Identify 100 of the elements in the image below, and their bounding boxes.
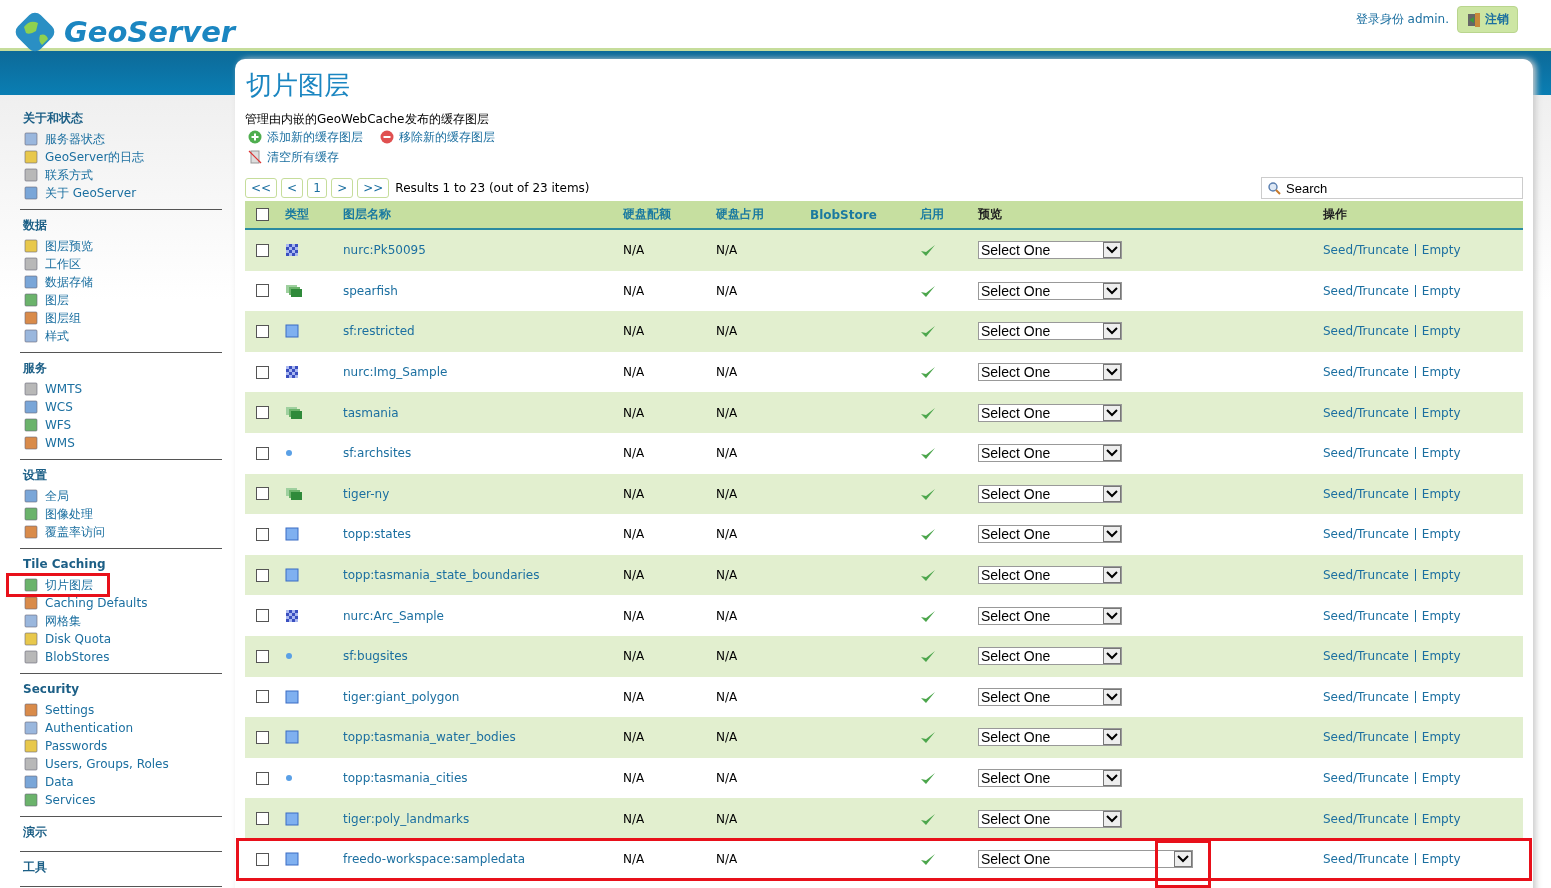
empty-link[interactable]: Empty [1421,730,1461,745]
pager-button[interactable]: << [245,178,278,198]
empty-link[interactable]: Empty [1421,689,1461,704]
preview-dropdown[interactable]: Select One [978,809,1122,828]
sidebar-item[interactable]: Passwords [23,737,108,755]
sidebar-item[interactable]: Disk Quota [23,630,112,648]
layer-name-link[interactable]: freedo-workspace:sampledata [343,852,526,867]
seed-truncate-link[interactable]: Seed/Truncate [1323,486,1409,501]
sidebar-item[interactable]: Users, Groups, Roles [23,755,169,773]
empty-link[interactable]: Empty [1421,486,1461,501]
column-header[interactable]: 类型 [285,206,309,223]
empty-link[interactable]: Empty [1421,771,1461,785]
sidebar-item[interactable]: Caching Defaults [23,594,148,612]
row-checkbox[interactable] [256,325,269,338]
layer-name-link[interactable]: topp:states [343,527,411,542]
row-checkbox[interactable] [256,812,269,826]
column-header[interactable]: 硬盘占用 [716,206,764,223]
empty-link[interactable]: Empty [1421,446,1461,461]
pager-button[interactable]: >> [357,178,390,198]
sidebar-item[interactable]: 服务器状态 [23,130,105,148]
seed-truncate-link[interactable]: Seed/Truncate [1323,852,1409,867]
row-checkbox[interactable] [256,690,269,704]
layer-name-link[interactable]: nurc:Pk50095 [343,243,426,258]
preview-dropdown[interactable]: Select One [978,728,1122,747]
seed-truncate-link[interactable]: Seed/Truncate [1323,811,1409,826]
seed-truncate-link[interactable]: Seed/Truncate [1323,527,1409,542]
seed-truncate-link[interactable]: Seed/Truncate [1323,608,1409,623]
row-checkbox[interactable] [256,527,269,541]
preview-dropdown[interactable]: Select One [978,566,1122,585]
sidebar-item[interactable]: 图像处理 [23,505,93,523]
row-checkbox[interactable] [256,365,269,379]
seed-truncate-link[interactable]: Seed/Truncate [1323,324,1409,339]
layer-name-link[interactable]: topp:tasmania_cities [343,771,468,785]
sidebar-item[interactable]: BlobStores [23,648,110,666]
sidebar-item[interactable]: WFS [23,416,72,434]
action-link[interactable]: 移除新的缓存图层 [377,127,495,147]
empty-link[interactable]: Empty [1421,365,1461,380]
preview-dropdown[interactable]: Select One [978,484,1122,503]
action-link[interactable]: 清空所有缓存 [245,147,339,167]
layer-name-link[interactable]: tiger:poly_landmarks [343,811,470,826]
preview-dropdown[interactable]: Select One [978,687,1122,706]
empty-link[interactable]: Empty [1421,283,1461,298]
layer-name-link[interactable]: tasmania [343,405,399,420]
preview-dropdown[interactable]: Select One [978,769,1122,787]
empty-link[interactable]: Empty [1421,852,1461,867]
row-checkbox[interactable] [256,284,269,298]
layer-name-link[interactable]: sf:restricted [343,324,415,339]
logout-button[interactable]: 注销 [1457,6,1518,33]
sidebar-item[interactable]: 切片图层 [6,573,110,597]
layer-name-link[interactable]: sf:bugsites [343,649,408,664]
sidebar-item[interactable]: 网格集 [23,612,81,630]
sidebar-item[interactable]: 覆盖率访问 [23,523,105,541]
empty-link[interactable]: Empty [1421,811,1461,826]
layer-name-link[interactable]: sf:archsites [343,446,412,461]
preview-dropdown[interactable]: Select One [978,363,1122,382]
empty-link[interactable]: Empty [1421,568,1461,583]
column-header[interactable]: 硬盘配额 [623,206,671,223]
pager-button[interactable]: > [331,178,354,198]
preview-dropdown[interactable]: Select One [978,322,1122,341]
sidebar-item[interactable]: 关于 GeoServer [23,184,137,202]
empty-link[interactable]: Empty [1421,527,1461,542]
sidebar-item[interactable]: 图层预览 [23,237,93,255]
column-header[interactable]: BlobStore [810,207,877,222]
row-checkbox[interactable] [256,730,269,744]
empty-link[interactable]: Empty [1421,243,1461,258]
pager-button[interactable]: 1 [307,178,328,198]
layer-name-link[interactable]: topp:tasmania_state_boundaries [343,568,540,583]
row-checkbox[interactable] [256,487,269,501]
select-all-checkbox[interactable] [256,208,269,221]
seed-truncate-link[interactable]: Seed/Truncate [1323,365,1409,380]
search-field[interactable]: Search [1261,177,1523,199]
empty-link[interactable]: Empty [1421,405,1461,420]
layer-name-link[interactable]: spearfish [343,283,398,298]
seed-truncate-link[interactable]: Seed/Truncate [1323,568,1409,583]
preview-dropdown[interactable]: Select One [978,606,1122,625]
row-checkbox[interactable] [256,771,269,785]
sidebar-item[interactable]: 图层 [23,291,69,309]
sidebar-item[interactable]: 全局 [23,487,69,505]
row-checkbox[interactable] [256,649,269,663]
action-link[interactable]: 添加新的缓存图层 [245,127,363,147]
sidebar-item[interactable]: WMS [23,434,75,452]
layer-name-link[interactable]: tiger-ny [343,486,390,501]
sidebar-item[interactable]: 数据存储 [23,273,93,291]
sidebar-item[interactable]: 联系方式 [23,166,93,184]
empty-link[interactable]: Empty [1421,324,1461,339]
row-checkbox[interactable] [256,406,269,420]
sidebar-item[interactable]: GeoServer的日志 [23,148,145,166]
preview-dropdown[interactable]: Select One [978,647,1122,666]
preview-dropdown[interactable]: Select One [978,281,1122,300]
preview-dropdown[interactable]: Select One [978,525,1122,544]
seed-truncate-link[interactable]: Seed/Truncate [1323,771,1409,785]
preview-dropdown[interactable]: Select One [978,241,1122,260]
sidebar-item[interactable]: Authentication [23,719,134,737]
preview-dropdown[interactable]: Select One [978,444,1122,463]
sidebar-item[interactable]: Settings [23,701,95,719]
seed-truncate-link[interactable]: Seed/Truncate [1323,730,1409,745]
sidebar-item[interactable]: WCS [23,398,73,416]
sidebar-item[interactable]: 工作区 [23,255,81,273]
seed-truncate-link[interactable]: Seed/Truncate [1323,649,1409,664]
row-checkbox[interactable] [256,609,269,623]
